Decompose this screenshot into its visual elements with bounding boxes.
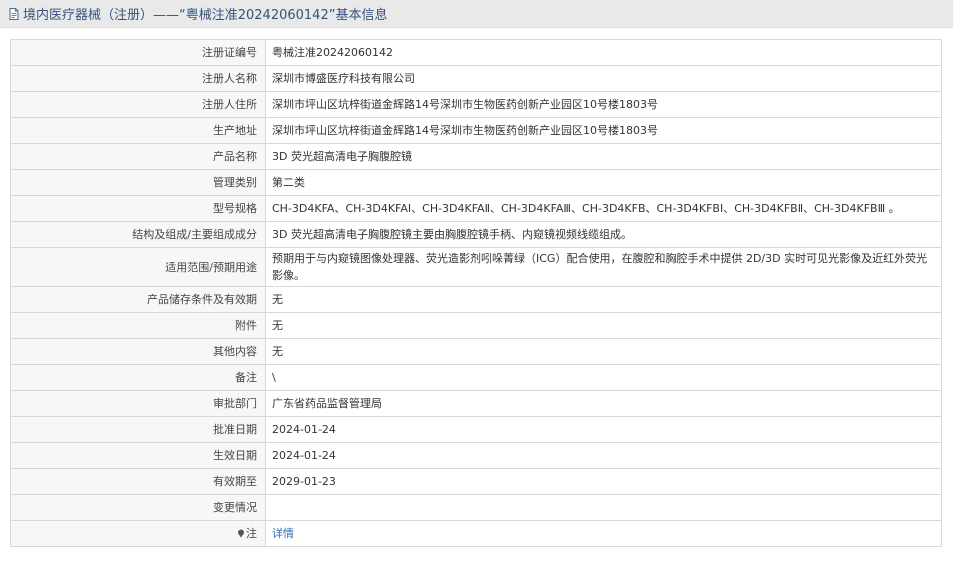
basic-info-table: 注册证编号 粤械注准20242060142 注册人名称 深圳市博盛医疗科技有限公… xyxy=(10,39,942,547)
table-row-approval-date: 批准日期 2024-01-24 xyxy=(10,416,942,443)
row-label: 注册人名称 xyxy=(10,65,266,92)
row-label: 结构及组成/主要组成成分 xyxy=(10,221,266,248)
row-label: 型号规格 xyxy=(10,195,266,222)
row-value: 深圳市坪山区坑梓街道金辉路14号深圳市生物医药创新产业园区10号楼1803号 xyxy=(265,117,942,144)
row-value: CH-3D4KFA、CH-3D4KFAⅠ、CH-3D4KFAⅡ、CH-3D4KF… xyxy=(265,195,942,222)
row-label: 产品名称 xyxy=(10,143,266,170)
row-value: 深圳市博盛医疗科技有限公司 xyxy=(265,65,942,92)
row-value: 粤械注准20242060142 xyxy=(265,39,942,66)
row-value: 无 xyxy=(265,286,942,313)
table-row-attachments: 附件 无 xyxy=(10,312,942,339)
table-row-note: 注 详情 xyxy=(10,520,942,547)
note-label: 注 xyxy=(246,527,257,540)
table-row-approval-department: 审批部门 广东省药品监督管理局 xyxy=(10,390,942,417)
table-row-structure-composition: 结构及组成/主要组成成分 3D 荧光超高清电子胸腹腔镜主要由胸腹腔镜手柄、内窥镜… xyxy=(10,221,942,248)
row-value: 3D 荧光超高清电子胸腹腔镜主要由胸腹腔镜手柄、内窥镜视频线缆组成。 xyxy=(265,221,942,248)
row-value: 广东省药品监督管理局 xyxy=(265,390,942,417)
row-value: 无 xyxy=(265,338,942,365)
row-value: 2024-01-24 xyxy=(265,442,942,469)
row-value: 预期用于与内窥镜图像处理器、荧光造影剂吲哚菁绿（ICG）配合使用，在腹腔和胸腔手… xyxy=(265,247,942,287)
row-label: 注册人住所 xyxy=(10,91,266,118)
table-row-product-name: 产品名称 3D 荧光超高清电子胸腹腔镜 xyxy=(10,143,942,170)
details-link[interactable]: 详情 xyxy=(272,527,294,540)
document-icon xyxy=(7,7,21,21)
row-label: 其他内容 xyxy=(10,338,266,365)
row-label: 有效期至 xyxy=(10,468,266,495)
table-row-change-history: 变更情况 xyxy=(10,494,942,521)
row-label: 生效日期 xyxy=(10,442,266,469)
table-row-storage-validity: 产品储存条件及有效期 无 xyxy=(10,286,942,313)
row-label: 变更情况 xyxy=(10,494,266,521)
row-value xyxy=(265,494,942,521)
row-value: 无 xyxy=(265,312,942,339)
row-value: \ xyxy=(265,364,942,391)
note-label-cell: 注 xyxy=(10,520,266,547)
row-value: 深圳市坪山区坑梓街道金辉路14号深圳市生物医药创新产业园区10号楼1803号 xyxy=(265,91,942,118)
table-row-remarks: 备注 \ xyxy=(10,364,942,391)
row-label: 生产地址 xyxy=(10,117,266,144)
row-label: 产品储存条件及有效期 xyxy=(10,286,266,313)
row-label: 管理类别 xyxy=(10,169,266,196)
table-row-registrant-address: 注册人住所 深圳市坪山区坑梓街道金辉路14号深圳市生物医药创新产业园区10号楼1… xyxy=(10,91,942,118)
row-label: 注册证编号 xyxy=(10,39,266,66)
row-label: 审批部门 xyxy=(10,390,266,417)
pin-icon xyxy=(237,529,245,538)
row-label: 备注 xyxy=(10,364,266,391)
table-row-effective-date: 生效日期 2024-01-24 xyxy=(10,442,942,469)
row-value: 2029-01-23 xyxy=(265,468,942,495)
table-row-registration-number: 注册证编号 粤械注准20242060142 xyxy=(10,39,942,66)
page-title: 境内医疗器械（注册）——“粤械注准20242060142”基本信息 xyxy=(23,8,388,23)
row-value: 2024-01-24 xyxy=(265,416,942,443)
table-row-intended-use: 适用范围/预期用途 预期用于与内窥镜图像处理器、荧光造影剂吲哚菁绿（ICG）配合… xyxy=(10,247,942,287)
table-row-production-address: 生产地址 深圳市坪山区坑梓街道金辉路14号深圳市生物医药创新产业园区10号楼18… xyxy=(10,117,942,144)
row-label: 适用范围/预期用途 xyxy=(10,247,266,287)
table-row-model-spec: 型号规格 CH-3D4KFA、CH-3D4KFAⅠ、CH-3D4KFAⅡ、CH-… xyxy=(10,195,942,222)
row-value: 第二类 xyxy=(265,169,942,196)
note-value-cell: 详情 xyxy=(265,520,942,547)
table-row-registrant-name: 注册人名称 深圳市博盛医疗科技有限公司 xyxy=(10,65,942,92)
row-label: 批准日期 xyxy=(10,416,266,443)
table-row-other-content: 其他内容 无 xyxy=(10,338,942,365)
table-row-valid-until: 有效期至 2029-01-23 xyxy=(10,468,942,495)
row-value: 3D 荧光超高清电子胸腹腔镜 xyxy=(265,143,942,170)
page-title-bar: 境内医疗器械（注册）——“粤械注准20242060142”基本信息 xyxy=(0,0,953,28)
row-label: 附件 xyxy=(10,312,266,339)
table-row-management-category: 管理类别 第二类 xyxy=(10,169,942,196)
